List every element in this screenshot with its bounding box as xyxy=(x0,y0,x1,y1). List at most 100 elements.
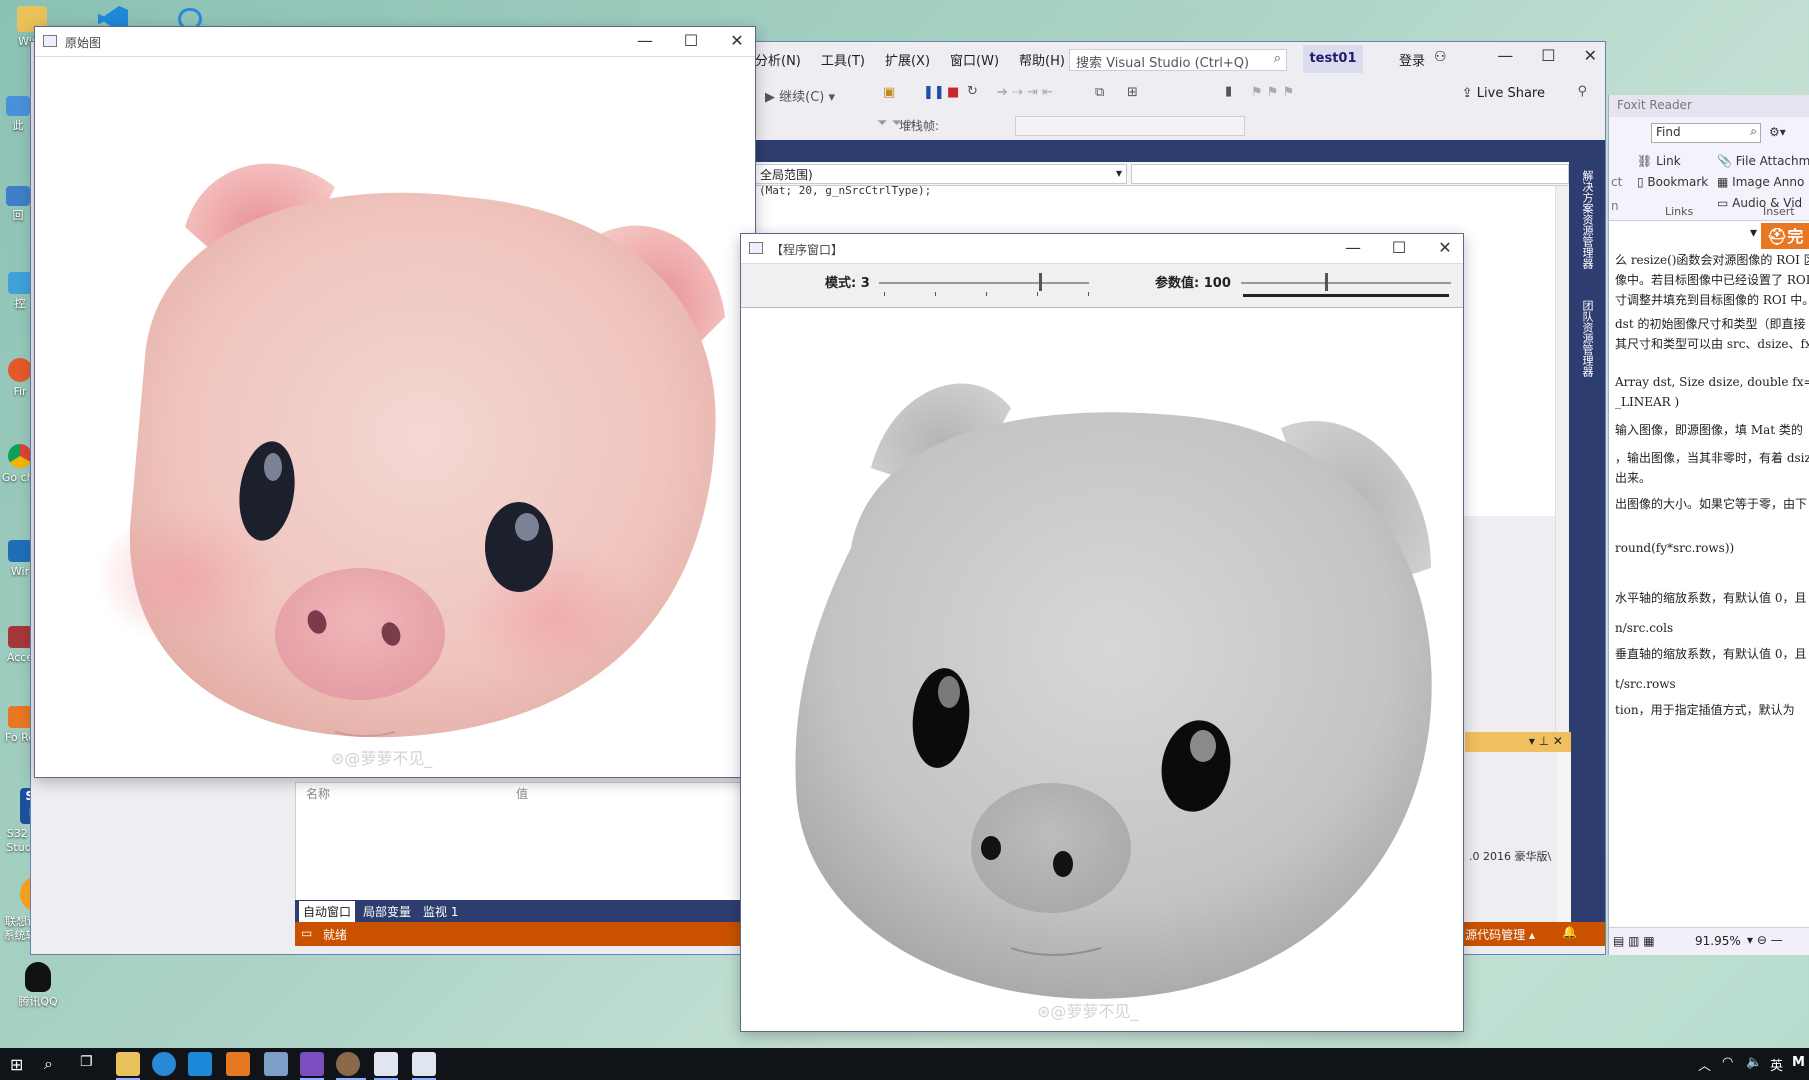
menu-extensions[interactable]: 扩展(X) xyxy=(885,50,930,69)
scope-label: 全局范围) xyxy=(760,168,813,182)
scope-dropdown[interactable]: 全局范围) ▾ xyxy=(755,164,1127,184)
ime-indicator[interactable]: 英 xyxy=(1770,1055,1783,1074)
minimize-icon[interactable]: — xyxy=(1345,238,1361,257)
stop-icon[interactable]: ■ xyxy=(947,85,959,100)
pdf-text-line: 出图像的大小。如果它等于零，由下 xyxy=(1615,497,1808,511)
find-input[interactable]: Find ⌕ xyxy=(1651,123,1761,143)
window-controls: — ☐ ✕ xyxy=(637,31,745,50)
mode-trackbar-thumb[interactable] xyxy=(1039,273,1042,291)
editor-scrollbar[interactable] xyxy=(1555,186,1569,746)
pdf-document-page[interactable]: 么 resize()函数会对源图像的 ROI 区像中。若目标图像中已经设置了 R… xyxy=(1609,251,1809,891)
link-button[interactable]: ⛓ Link xyxy=(1637,154,1681,168)
param-trackbar-thumb[interactable] xyxy=(1325,273,1328,291)
tab-locals[interactable]: 局部变量 xyxy=(359,901,415,922)
bookmark-nav-icon[interactable]: ⚑ ⚑ ⚑ xyxy=(1251,85,1294,100)
param-trackbar[interactable] xyxy=(1241,282,1451,284)
member-dropdown[interactable] xyxy=(1131,164,1569,184)
start-windows-icon[interactable]: ⊞ xyxy=(10,1055,23,1074)
desktop-icon-label: 腾讯QQ xyxy=(18,995,58,1008)
menu-tools[interactable]: 工具(T) xyxy=(821,50,865,69)
ribbon-ct-label: ct xyxy=(1611,175,1623,189)
access-icon xyxy=(8,626,32,648)
pdf-text-line: Array dst, Size dsize, double fx=0 xyxy=(1615,375,1809,389)
original-window-taskbar-icon[interactable] xyxy=(374,1052,398,1076)
desktop-icon-label: 控 xyxy=(14,297,26,310)
tab-watch-1[interactable]: 监视 1 xyxy=(419,901,462,922)
maximize-icon[interactable]: ☐ xyxy=(1391,238,1407,257)
close-icon[interactable]: ✕ xyxy=(1437,238,1453,257)
window-controls: — ☐ ✕ xyxy=(1345,238,1453,257)
menu-help[interactable]: 帮助(H) xyxy=(1019,50,1065,69)
foxit-orange-tab[interactable]: ⛑完 xyxy=(1761,223,1809,249)
tray-m-icon[interactable]: M xyxy=(1792,1055,1805,1070)
continue-button[interactable]: ▶ 继续(C) ▾ xyxy=(765,86,835,105)
solution-explorer-tab[interactable]: 解决方案资源管理器 xyxy=(1579,170,1595,269)
breakpoint-window-icon[interactable]: ⊞ xyxy=(1127,85,1138,100)
foxit-title: Foxit Reader xyxy=(1609,95,1809,117)
zoom-out-icon[interactable]: ▾ ⊖ — xyxy=(1747,933,1783,947)
stack-frame-dropdown[interactable] xyxy=(1015,116,1245,136)
autos-window: 名称 值 xyxy=(295,782,765,912)
bookmark-button[interactable]: ▯ Bookmark xyxy=(1637,175,1708,189)
pdf-text-line: t/src.rows xyxy=(1615,677,1676,691)
panel-close-icon[interactable]: ▾ ⊥ ✕ xyxy=(1529,734,1563,748)
tab-autos[interactable]: 自动窗口 xyxy=(299,900,356,922)
minimize-icon[interactable]: — xyxy=(1497,46,1513,65)
pdf-text-line: n/src.cols xyxy=(1615,621,1674,635)
search-icon[interactable]: ⌕ xyxy=(44,1054,53,1074)
maximize-icon[interactable]: ☐ xyxy=(683,31,699,50)
find-placeholder: Find xyxy=(1656,125,1681,139)
user-icon[interactable]: ⚇ xyxy=(1434,49,1447,65)
panel-scrollbar[interactable] xyxy=(1557,752,1571,942)
watermark-text: ⊛@萝萝不见_ xyxy=(1037,998,1138,1022)
minimize-icon[interactable]: — xyxy=(637,31,653,50)
step-icon[interactable]: ➔ ⇢ ⇥ ⇤ xyxy=(997,85,1053,100)
image-annotation-button[interactable]: ▦ Image Anno xyxy=(1717,175,1804,189)
live-share-button[interactable]: ⇪ Live Share xyxy=(1462,86,1545,101)
feedback-icon[interactable]: ⚲ xyxy=(1577,84,1587,99)
process-icon[interactable]: ▣ xyxy=(883,85,895,100)
pdf-text-line: 寸调整并填充到目标图像的 ROI 中。 xyxy=(1615,293,1809,307)
foxit-taskbar-icon[interactable] xyxy=(226,1052,250,1076)
pdf-text-line: round(fy*src.rows)) xyxy=(1615,541,1735,555)
original-window-title: 原始图 xyxy=(65,36,102,50)
mode-trackbar[interactable] xyxy=(879,282,1089,284)
tick-mark xyxy=(884,292,885,296)
ie-taskbar-icon[interactable] xyxy=(152,1052,176,1076)
page-layout-icons[interactable]: ▤ ▥ ▦ xyxy=(1613,934,1655,948)
file-attachment-button[interactable]: 📎 File Attachm xyxy=(1717,154,1809,168)
visual-studio-taskbar-icon[interactable] xyxy=(300,1052,324,1076)
vscode-taskbar-icon[interactable] xyxy=(188,1052,212,1076)
program-window-taskbar-icon[interactable] xyxy=(412,1052,436,1076)
login-link[interactable]: 登录 xyxy=(1399,50,1425,69)
close-icon[interactable]: ✕ xyxy=(1584,46,1597,65)
grayscale-pig-image: ⊛@萝萝不见_ xyxy=(741,308,1463,1030)
network-icon[interactable]: ◠ xyxy=(1722,1055,1733,1070)
menu-window[interactable]: 窗口(W) xyxy=(950,50,999,69)
volume-icon[interactable]: 🔈 xyxy=(1746,1055,1762,1070)
chevron-down-icon[interactable]: ▾ xyxy=(1750,225,1757,241)
restart-icon[interactable]: ↻ xyxy=(967,84,978,99)
notepad-taskbar-icon[interactable] xyxy=(264,1052,288,1076)
windows-taskbar: ⊞ ⌕ ❐ ︿ ◠ 🔈 英 M xyxy=(0,1048,1809,1080)
param-trackbar-label: 参数值: 100 xyxy=(1155,276,1231,291)
notification-bell-icon[interactable]: 🔔 xyxy=(1562,925,1577,939)
bookmark-icon[interactable]: ▮ xyxy=(1225,84,1232,99)
maximize-icon[interactable]: ☐ xyxy=(1541,46,1555,65)
tray-overflow-icon[interactable]: ︿ xyxy=(1698,1055,1711,1074)
team-explorer-tab[interactable]: 团队资源管理器 xyxy=(1579,300,1595,377)
original-watermark: @萝萝不见_ xyxy=(344,749,433,768)
vs-search-input[interactable]: 搜索 Visual Studio (Ctrl+Q) ⌕ xyxy=(1069,49,1287,71)
close-icon[interactable]: ✕ xyxy=(729,31,745,50)
opencv-app-taskbar-icon[interactable] xyxy=(336,1052,360,1076)
hex-icon[interactable]: ⧉ xyxy=(1095,85,1104,100)
pause-icon[interactable]: ❚❚ xyxy=(923,85,945,100)
task-view-icon[interactable]: ❐ xyxy=(80,1054,93,1070)
status-ready: 就绪 xyxy=(323,928,348,942)
file-explorer-icon[interactable] xyxy=(116,1052,140,1076)
group-links-label: Links xyxy=(1665,205,1694,218)
settings-icon[interactable]: ⚙▾ xyxy=(1769,125,1786,139)
menu-analyze[interactable]: 分析(N) xyxy=(755,50,801,69)
zoom-level[interactable]: 91.95% xyxy=(1695,934,1741,948)
desktop-icon-qq[interactable]: 腾讯QQ xyxy=(0,962,76,1009)
